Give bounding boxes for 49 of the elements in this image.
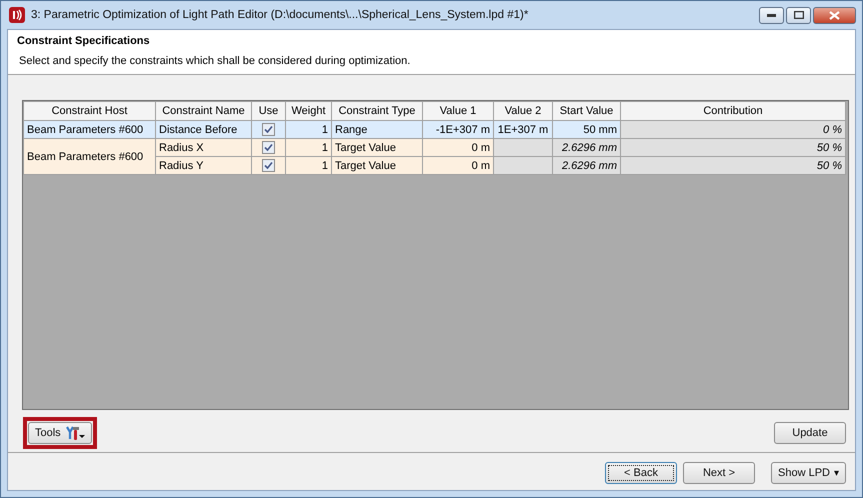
table-cell: Beam Parameters #600 xyxy=(24,120,156,138)
column-header[interactable]: Start Value xyxy=(552,102,620,120)
minimize-button[interactable] xyxy=(759,6,784,24)
minimize-icon xyxy=(767,14,776,16)
close-icon xyxy=(829,10,840,20)
update-button[interactable]: Update xyxy=(774,422,846,444)
column-header[interactable]: Constraint Name xyxy=(156,102,252,120)
tools-button[interactable]: Tools xyxy=(28,422,92,444)
column-header[interactable]: Constraint Host xyxy=(24,102,156,120)
table-cell: 1 xyxy=(286,120,332,138)
close-button[interactable] xyxy=(813,6,856,24)
table-cell: 50 % xyxy=(620,138,846,156)
table-cell: 0 m xyxy=(422,138,494,156)
maximize-button[interactable] xyxy=(786,6,811,24)
checkbox[interactable] xyxy=(262,123,275,136)
nav-button[interactable]: < Back xyxy=(605,462,678,484)
checkbox[interactable] xyxy=(262,159,275,172)
table-cell: Range xyxy=(332,120,422,138)
column-header[interactable]: Weight xyxy=(286,102,332,120)
table-cell: Target Value xyxy=(332,156,422,174)
table-cell: 2.6296 mm xyxy=(552,138,620,156)
column-header[interactable]: Constraint Type xyxy=(332,102,422,120)
table-cell: 1 xyxy=(286,156,332,174)
table-cell: Radius Y xyxy=(156,156,252,174)
table-cell: Target Value xyxy=(332,138,422,156)
column-header[interactable]: Value 1 xyxy=(422,102,494,120)
table-cell: 50 mm xyxy=(552,120,620,138)
table-cell: -1E+307 m xyxy=(422,120,494,138)
table-cell: 1 xyxy=(286,138,332,156)
table-cell: 0 m xyxy=(422,156,494,174)
app-icon xyxy=(9,7,25,23)
table-cell: Beam Parameters #600 xyxy=(24,138,156,174)
column-header[interactable]: Use xyxy=(252,102,286,120)
show-lpd-button[interactable]: Show LPD ▾ xyxy=(771,462,846,484)
section-description: Select and specify the constraints which shall be considered during optimization. xyxy=(18,55,412,67)
column-header[interactable]: Value 2 xyxy=(494,102,552,120)
table-cell: 1E+307 m xyxy=(494,120,552,138)
table-cell: Radius X xyxy=(156,138,252,156)
table-cell: 50 % xyxy=(620,156,846,174)
table-cell: Distance Before xyxy=(156,120,252,138)
maximize-icon xyxy=(794,11,804,19)
section-title: Constraint Specifications xyxy=(17,35,151,47)
table-cell: 2.6296 mm xyxy=(552,156,620,174)
tools-icon xyxy=(64,425,85,441)
checkbox[interactable] xyxy=(262,141,275,154)
column-header[interactable]: Contribution xyxy=(620,102,846,120)
nav-button[interactable]: Next > xyxy=(683,462,756,484)
table-cell: 0 % xyxy=(620,120,846,138)
window-title: 3: Parametric Optimization of Light Path Editor (D:\documents\...\Spherical_Lens_System.lpd #1)* xyxy=(31,9,530,21)
